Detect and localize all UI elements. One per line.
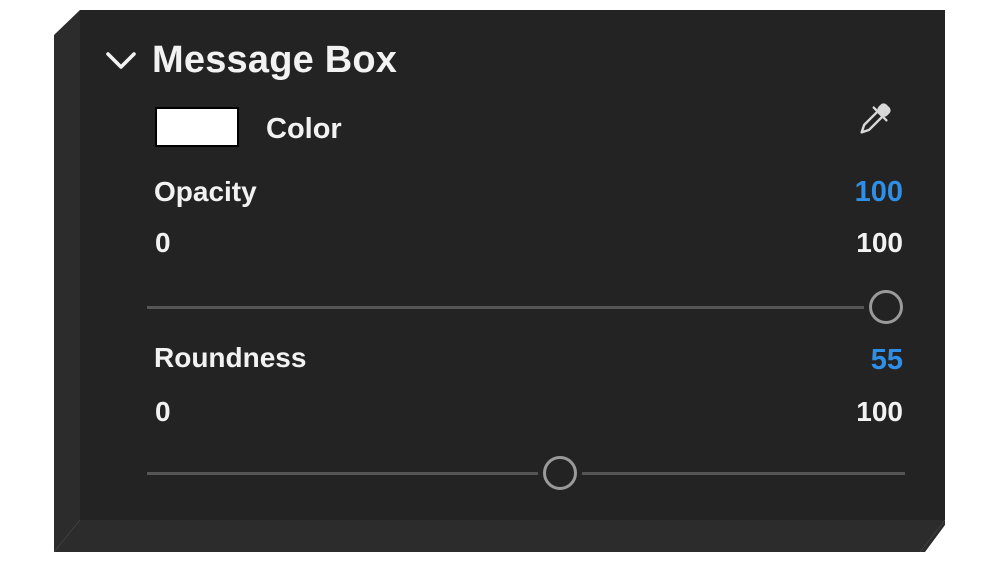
- color-swatch[interactable]: [155, 107, 239, 147]
- opacity-value[interactable]: 100: [855, 176, 903, 209]
- roundness-label: Roundness: [154, 342, 307, 373]
- eyedropper-icon: [860, 103, 891, 134]
- message-box-panel: Message Box Color Opacity 100 0 100 Roun…: [80, 10, 945, 520]
- chevron-down-icon[interactable]: [104, 45, 138, 75]
- roundness-slider[interactable]: [147, 453, 905, 493]
- roundness-slider-thumb[interactable]: [543, 456, 578, 490]
- color-label: Color: [266, 113, 342, 145]
- opacity-min-label: 0: [155, 227, 171, 258]
- roundness-value[interactable]: 55: [871, 344, 903, 377]
- roundness-slider-track[interactable]: [147, 472, 905, 475]
- opacity-slider[interactable]: [147, 287, 905, 327]
- opacity-label: Opacity: [154, 176, 257, 207]
- opacity-max-label: 100: [856, 227, 903, 258]
- panel-title: Message Box: [152, 38, 398, 81]
- roundness-max-label: 100: [856, 396, 903, 427]
- opacity-slider-thumb[interactable]: [869, 290, 903, 324]
- roundness-min-label: 0: [155, 396, 171, 427]
- opacity-slider-track[interactable]: [147, 306, 905, 309]
- panel-header[interactable]: Message Box: [104, 38, 397, 82]
- eyedropper-button[interactable]: [852, 100, 894, 142]
